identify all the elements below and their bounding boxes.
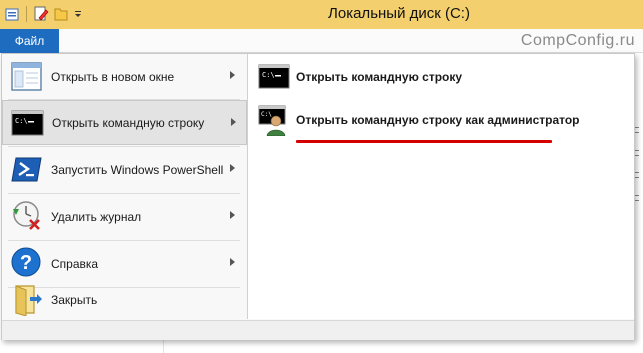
- title-bar: Локальный диск (C:): [0, 0, 643, 29]
- file-tab[interactable]: Файл: [0, 29, 59, 53]
- svg-text:?: ?: [20, 252, 32, 274]
- command-prompt-submenu: C:\ Открыть командную строку C:\ Открыть…: [247, 54, 634, 319]
- command-prompt-icon: C:\: [11, 110, 44, 136]
- menu-item-open-command-prompt[interactable]: C:\ Открыть командную строку: [2, 100, 247, 145]
- submenu-item-open-command-prompt[interactable]: C:\ Открыть командную строку: [256, 59, 626, 95]
- menu-item-label: Открыть командную строку: [52, 115, 205, 130]
- submenu-arrow-icon: [231, 118, 236, 126]
- menu-item-close[interactable]: Закрыть: [2, 277, 247, 322]
- menu-item-delete-history[interactable]: Удалить журнал: [2, 194, 247, 239]
- submenu-arrow-icon: [230, 71, 235, 79]
- annotation-underline: [296, 140, 552, 143]
- menu-item-label: Удалить журнал: [51, 209, 142, 224]
- submenu-arrow-icon: [230, 211, 235, 219]
- window-title: Локальный диск (C:): [328, 5, 470, 22]
- admin-command-prompt-icon: C:\: [258, 105, 286, 136]
- svg-text:C:\: C:\: [262, 71, 275, 79]
- watermark: CompConfig.ru: [520, 32, 635, 49]
- submenu-arrow-icon: [230, 164, 235, 172]
- svg-text:C:\: C:\: [15, 117, 28, 125]
- menu-item-label: Закрыть: [51, 292, 98, 307]
- menu-item-label: Справка: [51, 256, 99, 271]
- submenu-item-label: Открыть командную строку: [296, 70, 463, 84]
- powershell-icon: [11, 157, 42, 182]
- command-prompt-icon: C:\: [258, 64, 290, 89]
- menu-item-label: Открыть в новом окне: [51, 69, 175, 84]
- menu-item-open-new-window[interactable]: Открыть в новом окне: [2, 54, 247, 99]
- close-folder-icon: [15, 285, 42, 316]
- menu-item-run-powershell[interactable]: Запустить Windows PowerShell: [2, 147, 247, 192]
- file-menu-commands: Открыть в новом окне C:\ Открыть командн…: [2, 54, 247, 319]
- menu-footer: [2, 320, 634, 340]
- svg-text:C:\: C:\: [261, 111, 272, 118]
- new-window-icon: [11, 62, 42, 91]
- submenu-item-open-command-prompt-admin[interactable]: C:\ Открыть командную строку как админис…: [256, 102, 626, 138]
- file-menu: Открыть в новом окне C:\ Открыть командн…: [1, 53, 635, 340]
- submenu-item-label: Открыть командную строку как администрат…: [296, 113, 580, 127]
- help-icon: ?: [11, 247, 41, 277]
- submenu-arrow-icon: [230, 258, 235, 266]
- ribbon: Файл CompConfig.ru: [0, 29, 643, 53]
- delete-history-icon: [13, 201, 40, 230]
- menu-item-label: Запустить Windows PowerShell: [51, 162, 224, 177]
